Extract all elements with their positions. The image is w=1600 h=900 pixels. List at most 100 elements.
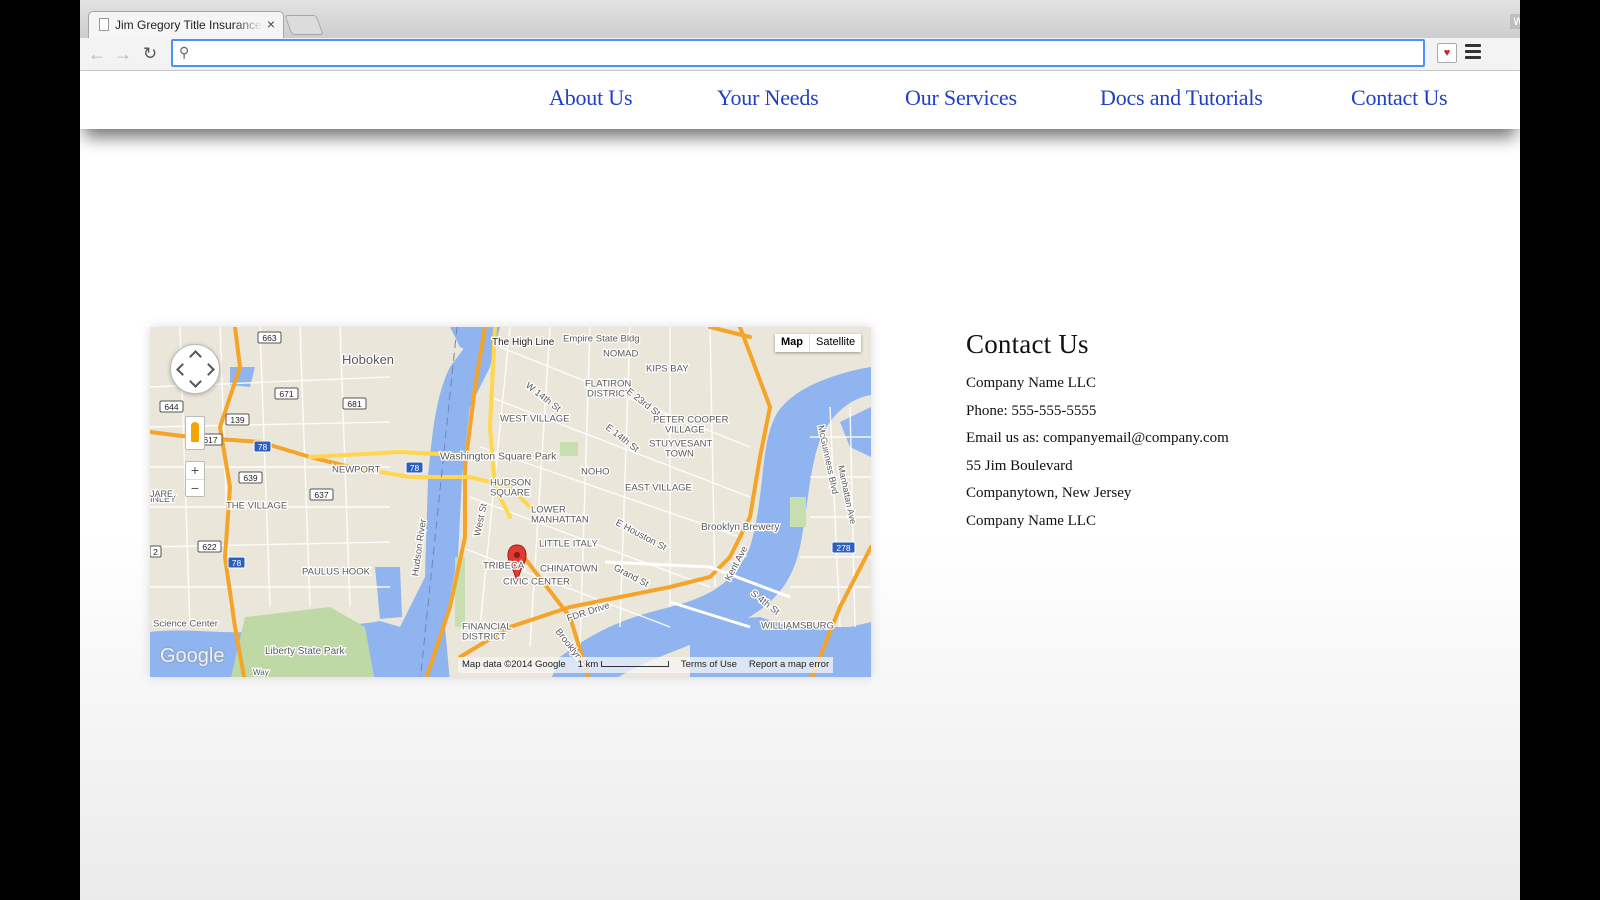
map-label: SQUARE	[490, 488, 530, 499]
map-label: WILLIAMSBURG	[761, 621, 834, 632]
map-label: Grand St	[612, 562, 651, 590]
zoom-out-button[interactable]: −	[186, 480, 204, 497]
map-type-control: Map Satellite	[775, 334, 862, 352]
arrow-right-icon[interactable]: →	[112, 43, 134, 65]
svg-text:78: 78	[410, 463, 420, 473]
route-shield: 644	[159, 400, 184, 413]
map-label: E 14th St	[603, 422, 641, 455]
web-page: About Us Your Needs Our Services Docs an…	[80, 71, 1520, 900]
map-label: Science Center	[153, 619, 218, 630]
map-label: TRIBECA	[483, 561, 525, 572]
pan-control[interactable]	[170, 344, 220, 394]
map-label: The High Line	[492, 337, 555, 348]
pan-up-icon[interactable]	[189, 350, 202, 363]
svg-text:622: 622	[202, 542, 216, 552]
nav-about-us[interactable]: About Us	[549, 85, 633, 111]
map-type-map-button[interactable]: Map	[775, 334, 809, 352]
map-canvas[interactable]: Hoboken The High Line Empire State Bldg NOM…	[150, 327, 871, 677]
reload-icon[interactable]: ↻	[139, 43, 161, 65]
liberty-state-park	[231, 607, 375, 677]
svg-text:671: 671	[279, 389, 293, 399]
map-label: McGuinness Blvd	[816, 424, 840, 495]
terms-of-use-link[interactable]: Terms of Use	[681, 657, 737, 673]
street-view-pegman-icon[interactable]	[185, 416, 205, 450]
new-tab-button[interactable]	[284, 15, 324, 35]
arrow-left-icon[interactable]: ←	[86, 43, 108, 65]
map-data-attribution: Map data ©2014 Google	[462, 659, 566, 670]
map-footer: Map data ©2014 Google 1 km Terms of Use …	[458, 657, 834, 673]
address-bar[interactable]: ⚲	[171, 39, 1425, 67]
google-logo: Google	[160, 645, 225, 667]
nav-contact-us[interactable]: Contact Us	[1351, 85, 1448, 111]
svg-text:644: 644	[164, 402, 178, 412]
map-scale: 1 km	[578, 657, 669, 673]
nav-our-services[interactable]: Our Services	[905, 85, 1017, 111]
hamburger-menu-icon[interactable]	[1465, 44, 1481, 60]
zoom-control: + −	[185, 461, 205, 497]
nav-docs-and-tutorials[interactable]: Docs and Tutorials	[1100, 85, 1263, 111]
map-label: Brooklyn Brewery	[701, 522, 779, 533]
route-shield: 2	[150, 545, 162, 558]
map-label: CIVIC CENTER	[503, 577, 570, 588]
google-map[interactable]: Hoboken The High Line Empire State Bldg NOM…	[150, 327, 871, 677]
route-shield: 139	[225, 413, 250, 426]
svg-text:637: 637	[314, 490, 328, 500]
map-label: DISTRICT	[462, 632, 506, 643]
svg-text:639: 639	[243, 473, 257, 483]
nav-your-needs[interactable]: Your Needs	[717, 85, 819, 111]
map-label: TOWN	[665, 449, 694, 460]
svg-text:663: 663	[262, 333, 276, 343]
map-label: West St	[472, 502, 490, 537]
map-label: CHINATOWN	[540, 564, 598, 575]
svg-text:139: 139	[230, 415, 244, 425]
browser-window: Jim Gregory Title Insurance × ← → ↻ ⚲ ♥ …	[80, 0, 1520, 900]
map-label: Way	[253, 668, 269, 677]
svg-text:617: 617	[203, 435, 217, 445]
route-shield: 663	[257, 331, 282, 344]
map-label: NOMAD	[603, 349, 639, 360]
newtown-creek	[840, 407, 871, 457]
route-shield: 639	[238, 471, 263, 484]
contact-company: Company Name LLC	[966, 375, 1096, 391]
pan-down-icon[interactable]	[189, 375, 202, 388]
map-label: KIPS BAY	[646, 364, 689, 375]
interstate-shield-icon: 78	[227, 556, 246, 569]
interstate-shield-icon: 78	[405, 461, 424, 474]
map-label: E Houston St	[614, 517, 669, 553]
interstate-shield-icon: 278	[831, 541, 856, 554]
contact-phone: Phone: 555-555-5555	[966, 402, 1097, 419]
map-label: JARE	[150, 489, 173, 499]
map-label: THE VILLAGE	[226, 501, 287, 512]
pan-left-icon[interactable]	[176, 363, 189, 376]
map-label: NOHO	[581, 467, 610, 478]
interstate-shield-icon: 78	[253, 440, 272, 453]
map-label: Empire State Bldg	[563, 334, 640, 345]
close-tab-icon[interactable]: ×	[267, 16, 275, 32]
map-label: EAST VILLAGE	[625, 483, 692, 494]
pocket-extension-icon[interactable]: ♥	[1437, 43, 1457, 63]
contact-email: Email us as: companyemail@company.com	[966, 430, 1229, 446]
address-input[interactable]	[199, 43, 1403, 65]
browser-toolbar: ← → ↻ ⚲ ♥	[80, 38, 1520, 71]
svg-text:78: 78	[232, 558, 242, 568]
map-label: Liberty State Park	[265, 646, 345, 657]
contact-company-footer: Company Name LLC	[966, 512, 1096, 529]
svg-text:278: 278	[836, 543, 850, 553]
pan-right-icon[interactable]	[202, 363, 215, 376]
zoom-in-button[interactable]: +	[186, 462, 204, 480]
document-icon	[99, 18, 109, 31]
map-label: NEWPORT	[332, 465, 381, 476]
map-label: Hoboken	[342, 352, 394, 367]
report-map-error-link[interactable]: Report a map error	[749, 657, 829, 673]
washington-square-park	[560, 442, 578, 456]
map-label: MANHATTAN	[531, 515, 589, 526]
map-type-satellite-button[interactable]: Satellite	[809, 334, 861, 352]
svg-text:78: 78	[258, 442, 268, 452]
contact-street: 55 Jim Boulevard	[966, 457, 1073, 474]
route-shield: 637	[309, 488, 334, 501]
browser-tab[interactable]: Jim Gregory Title Insurance ×	[88, 11, 284, 38]
site-header: About Us Your Needs Our Services Docs an…	[80, 71, 1520, 129]
tab-title: Jim Gregory Title Insurance	[115, 18, 262, 32]
search-icon: ⚲	[179, 44, 190, 60]
route-shield: 681	[342, 397, 367, 410]
